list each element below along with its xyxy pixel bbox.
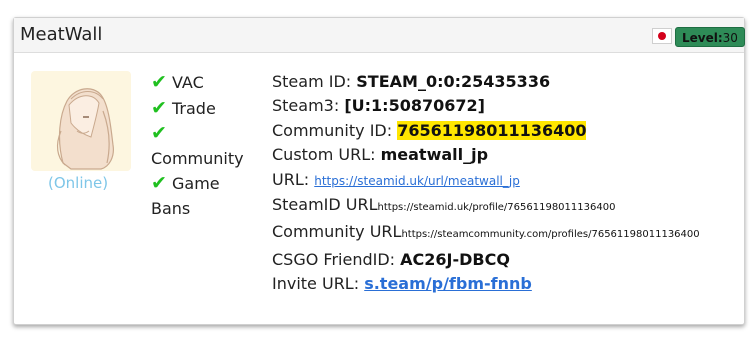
- ban-status-list: ✔ VAC ✔ Trade ✔ Community ✔ Game Bans: [151, 70, 261, 221]
- community-url-row: Community URLhttps://steamcommunity.com/…: [272, 220, 700, 247]
- steam-id-value: STEAM_0:0:25435336: [356, 72, 551, 91]
- custom-url-value: meatwall_jp: [380, 145, 489, 165]
- invite-row: Invite URL: s.team/p/fbm-fnnb: [272, 272, 700, 296]
- invite-link[interactable]: s.team/p/fbm-fnnb: [364, 274, 532, 293]
- csgo-row: CSGO FriendID: AC26J-DBCQ: [272, 248, 700, 272]
- url-row: URL: https://steamid.uk/url/meatwall_jp: [272, 168, 700, 193]
- check-icon: ✔: [151, 96, 167, 119]
- steam3-value: [U:1:50870672]: [344, 96, 485, 116]
- csgo-value: AC26J-DBCQ: [400, 249, 510, 269]
- steam3-row: Steam3: [U:1:50870672]: [272, 94, 700, 118]
- csgo-label: CSGO FriendID:: [272, 249, 396, 269]
- community-id-value: 76561198011136400: [397, 120, 587, 140]
- community-url-value[interactable]: https://steamcommunity.com/profiles/7656…: [401, 229, 699, 240]
- custom-url-row: Custom URL: meatwall_jp: [272, 143, 700, 167]
- steam-id-label: Steam ID:: [272, 72, 352, 91]
- steamid-url-label: SteamID URL: [272, 195, 378, 215]
- list-item: ✔ Trade: [151, 96, 261, 122]
- check-label-vac: VAC: [172, 73, 204, 92]
- online-status: (Online): [48, 174, 109, 192]
- level-badge: Level:30: [675, 27, 745, 47]
- check-label-trade: Trade: [172, 98, 216, 118]
- japan-flag-icon: [652, 28, 672, 44]
- steam-id-row: Steam ID: STEAM_0:0:25435336: [272, 70, 700, 94]
- steamid-url-value[interactable]: https://steamid.uk/profile/7656119801113…: [378, 202, 616, 213]
- invite-label: Invite URL:: [272, 274, 360, 294]
- profile-card: MeatWall Level:30 (Online) ✔ VAC ✔ Trade ✔…: [13, 17, 745, 325]
- custom-url-label: Custom URL:: [272, 145, 376, 165]
- steam3-label: Steam3:: [272, 96, 340, 116]
- list-item: ✔ VAC: [151, 70, 261, 96]
- list-item: ✔ Game Bans: [151, 171, 261, 221]
- check-icon: ✔: [151, 172, 167, 194]
- list-item: ✔ Community: [151, 121, 261, 171]
- steam-details: Steam ID: STEAM_0:0:25435336 Steam3: [U:…: [272, 70, 700, 297]
- avatar[interactable]: [31, 71, 131, 171]
- level-value: 30: [722, 31, 738, 45]
- check-icon: ✔: [151, 122, 167, 144]
- community-url-label: Community URL: [272, 222, 402, 242]
- url-label: URL:: [272, 169, 310, 189]
- profile-name: MeatWall: [20, 24, 103, 45]
- steamid-url-row: SteamID URLhttps://steamid.uk/profile/76…: [272, 193, 700, 220]
- check-icon: ✔: [151, 71, 167, 93]
- avatar-image: [31, 71, 131, 171]
- community-id-label: Community ID:: [272, 120, 393, 140]
- level-label: Level:: [682, 31, 723, 45]
- card-header: MeatWall Level:30: [14, 18, 745, 53]
- url-link[interactable]: https://steamid.uk/url/meatwall_jp: [314, 174, 520, 188]
- community-id-row: Community ID: 76561198011136400: [272, 119, 700, 143]
- check-label-community: Community: [151, 148, 244, 168]
